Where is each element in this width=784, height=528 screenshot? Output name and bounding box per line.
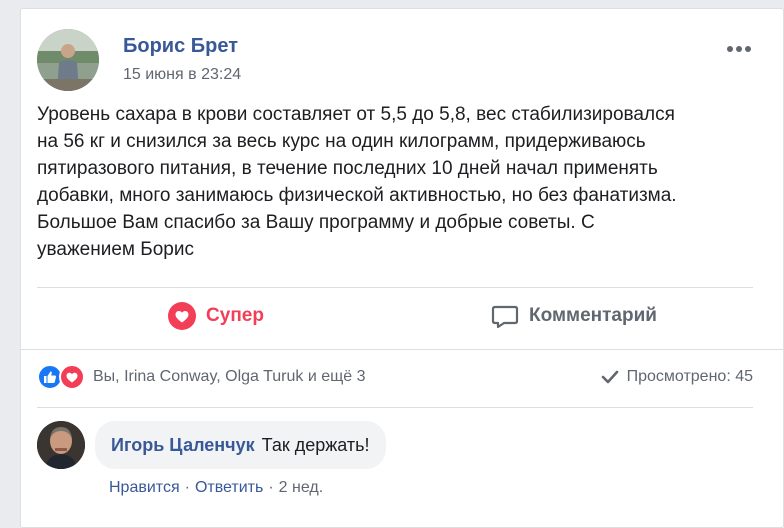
author-name[interactable]: Борис Брет [123, 35, 238, 58]
reactions-summary: Вы, Irina Conway, Olga Turuk и ещё 3 Про… [37, 364, 767, 394]
comment-icon [491, 302, 519, 330]
comment-text: Так держать! [261, 434, 370, 455]
seen-by[interactable]: Просмотрено: 45 [601, 368, 753, 386]
heart-icon [168, 302, 197, 330]
comment-item: Игорь Цаленчук Так держать! Нравится · Отв… [37, 417, 767, 507]
commenter-name[interactable]: Игорь Цаленчук [111, 435, 255, 456]
post-actions: Супер Комментарий [37, 295, 753, 337]
super-reaction-button[interactable]: Супер [37, 295, 395, 337]
comment-like-link[interactable]: Нравится [109, 479, 180, 496]
separator: · [184, 479, 190, 496]
super-reaction-label: Супер [206, 305, 264, 326]
post-header: Борис Брет 15 июня в 23:24 [37, 29, 767, 91]
post-card: Борис Брет 15 июня в 23:24 Уровень сахар… [20, 8, 784, 528]
love-reaction-icon[interactable] [59, 364, 85, 390]
commenter-avatar[interactable] [37, 421, 85, 469]
reacted-users-link[interactable]: Вы, Irina Conway, Olga Turuk и ещё 3 [93, 368, 366, 386]
comment-bubble: Игорь Цаленчук Так держать! [95, 421, 386, 469]
more-options-icon[interactable] [727, 39, 755, 55]
divider [37, 407, 753, 408]
post-timestamp[interactable]: 15 июня в 23:24 [123, 66, 241, 84]
comment-label: Комментарий [529, 305, 657, 326]
views-count: Просмотрено: 45 [626, 368, 753, 385]
post-text: Уровень сахара в крови составляет от 5,5… [37, 104, 677, 260]
comment-reply-link[interactable]: Ответить [195, 479, 263, 496]
comment-age[interactable]: 2 нед. [279, 479, 324, 496]
author-avatar[interactable] [37, 29, 99, 91]
checkmark-icon [601, 370, 619, 384]
separator: · [268, 479, 274, 496]
divider [37, 287, 753, 288]
comment-meta: Нравится · Ответить · 2 нед. [109, 479, 323, 497]
comment-button[interactable]: Комментарий [395, 295, 753, 337]
divider [21, 349, 783, 350]
reactions-row: Вы, Irina Conway, Olga Turuk и ещё 3 [37, 364, 366, 390]
